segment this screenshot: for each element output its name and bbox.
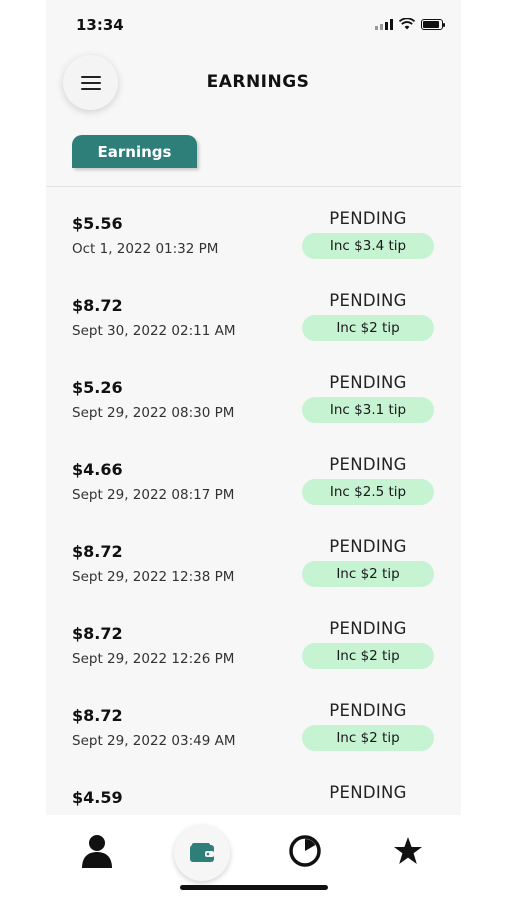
- earning-status: PENDING: [329, 537, 407, 556]
- nav-favorites[interactable]: [390, 833, 426, 869]
- earning-row[interactable]: $8.72 Sept 29, 2022 12:38 PM PENDING Inc…: [46, 515, 461, 597]
- earning-row[interactable]: $8.72 Sept 30, 2022 02:11 AM PENDING Inc…: [46, 269, 461, 351]
- earning-amount: $4.59: [72, 788, 123, 807]
- tip-badge: Inc $2 tip: [302, 315, 434, 341]
- status-time: 13:34: [76, 16, 124, 34]
- earning-row[interactable]: $5.26 Sept 29, 2022 08:30 PM PENDING Inc…: [46, 351, 461, 433]
- signal-icon: [375, 18, 393, 30]
- earning-amount: $8.72: [72, 624, 123, 643]
- earning-date: Sept 29, 2022 03:49 AM: [72, 733, 236, 749]
- tip-badge: Inc $3.1 tip: [302, 397, 434, 423]
- person-icon: [82, 835, 112, 868]
- battery-icon: [421, 18, 445, 30]
- status-bar: 13:34: [46, 0, 461, 50]
- earning-status: PENDING: [329, 291, 407, 310]
- earning-amount: $8.72: [72, 296, 123, 315]
- earning-amount: $8.72: [72, 542, 123, 561]
- earning-row[interactable]: $8.72 Sept 29, 2022 12:26 PM PENDING Inc…: [46, 597, 461, 679]
- earning-status: PENDING: [329, 209, 407, 228]
- wifi-icon: [399, 18, 415, 30]
- earning-status: PENDING: [329, 701, 407, 720]
- nav-stats[interactable]: [287, 833, 323, 869]
- tip-badge: Inc $2 tip: [302, 725, 434, 751]
- earning-row[interactable]: $4.59 PENDING: [46, 761, 461, 815]
- page-title: EARNINGS: [206, 72, 310, 92]
- home-indicator: [180, 885, 328, 890]
- tip-badge: Inc $2.5 tip: [302, 479, 434, 505]
- earning-row[interactable]: $8.72 Sept 29, 2022 03:49 AM PENDING Inc…: [46, 679, 461, 761]
- earning-status: PENDING: [329, 619, 407, 638]
- earning-amount: $4.66: [72, 460, 123, 479]
- wallet-icon: [190, 843, 214, 862]
- tip-badge: Inc $3.4 tip: [302, 233, 434, 259]
- app-screen: 13:34 EARNINGS Earnings $5.56 Oct 1, 202…: [46, 0, 461, 900]
- earnings-list[interactable]: $5.56 Oct 1, 2022 01:32 PM PENDING Inc $…: [46, 187, 461, 815]
- earning-date: Sept 30, 2022 02:11 AM: [72, 323, 236, 339]
- earning-date: Sept 29, 2022 08:30 PM: [72, 405, 235, 421]
- earning-date: Sept 29, 2022 12:26 PM: [72, 651, 235, 667]
- earning-date: Oct 1, 2022 01:32 PM: [72, 241, 219, 257]
- pie-chart-icon: [289, 835, 321, 867]
- earning-date: Sept 29, 2022 12:38 PM: [72, 569, 235, 585]
- earning-status: PENDING: [329, 373, 407, 392]
- earning-amount: $5.56: [72, 214, 123, 233]
- bottom-nav: [46, 815, 461, 900]
- earning-row[interactable]: $5.56 Oct 1, 2022 01:32 PM PENDING Inc $…: [46, 187, 461, 269]
- tip-badge: Inc $2 tip: [302, 561, 434, 587]
- star-icon: [394, 837, 422, 864]
- earning-row[interactable]: $4.66 Sept 29, 2022 08:17 PM PENDING Inc…: [46, 433, 461, 515]
- nav-profile[interactable]: [79, 833, 115, 869]
- earning-status: PENDING: [329, 455, 407, 474]
- earning-date: Sept 29, 2022 08:17 PM: [72, 487, 235, 503]
- nav-wallet[interactable]: [174, 825, 230, 881]
- earning-status: PENDING: [329, 783, 407, 802]
- earning-amount: $5.26: [72, 378, 123, 397]
- status-icons: [375, 18, 445, 30]
- earning-amount: $8.72: [72, 706, 123, 725]
- tab-earnings[interactable]: Earnings: [72, 135, 197, 168]
- tip-badge: Inc $2 tip: [302, 643, 434, 669]
